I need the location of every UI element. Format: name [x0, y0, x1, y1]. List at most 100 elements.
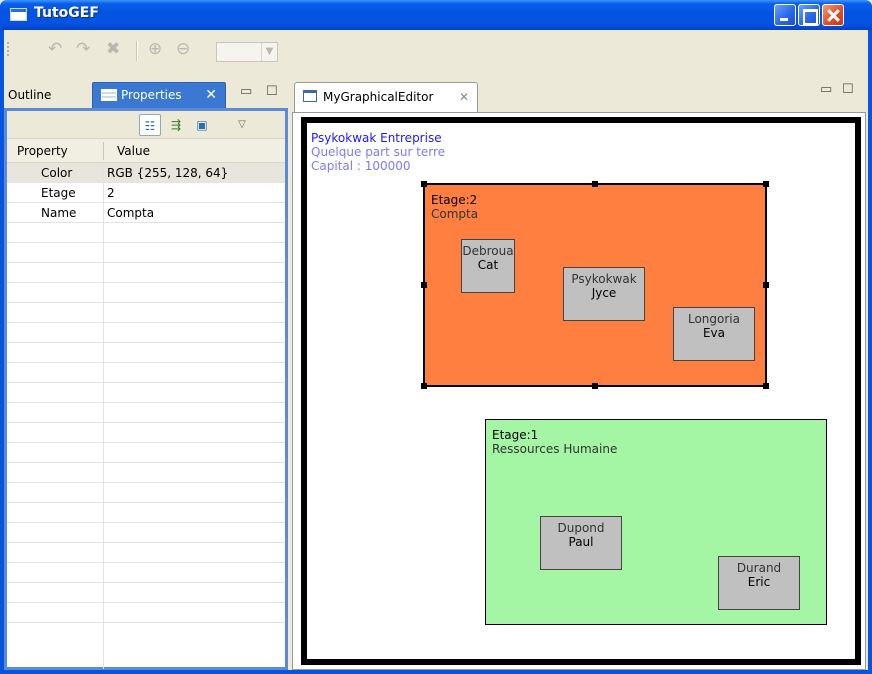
selection-handle[interactable] [592, 181, 598, 187]
service-compta[interactable]: Etage:2 Compta Debroua Cat Psykokwak Jyc… [421, 181, 769, 389]
empty-row [7, 543, 285, 563]
selection-handle[interactable] [421, 383, 427, 389]
maximize-button[interactable] [798, 4, 820, 26]
selection-handle[interactable] [592, 383, 598, 389]
tab-outline[interactable]: Outline [6, 83, 92, 109]
employee-durand-eric[interactable]: Durand Eric [718, 556, 800, 610]
maximize-view-icon[interactable]: ☐ [266, 84, 278, 99]
empty-row [7, 303, 285, 323]
empty-row [7, 263, 285, 283]
tab-properties-label: Properties [121, 88, 182, 102]
zoom-combo[interactable]: ▼ [216, 42, 278, 62]
restore-default-icon[interactable]: ▣ [191, 114, 213, 136]
enterprise-address: Quelque part sur terre [311, 145, 446, 159]
employee-first-name: Paul [568, 535, 594, 549]
empty-row [7, 503, 285, 523]
undo-icon[interactable]: ↶ [48, 41, 62, 58]
toolbar-grip[interactable] [7, 42, 9, 56]
title-bar[interactable]: TutoGEF [0, 0, 872, 30]
table-row[interactable]: Etage 2 [7, 183, 285, 203]
zoom-out-icon[interactable]: ⊖ [176, 41, 190, 58]
empty-row [7, 223, 285, 243]
employee-last-name: Debroua [462, 244, 514, 258]
empty-row [7, 583, 285, 603]
column-header-property[interactable]: Property [17, 144, 68, 158]
tab-outline-label: Outline [8, 88, 52, 102]
maximize-editor-icon[interactable]: ☐ [842, 82, 854, 97]
show-categories-icon[interactable]: ☷ [139, 114, 161, 136]
service-ressources-humaine[interactable]: Etage:1 Ressources Humaine Dupond Paul D… [485, 419, 827, 625]
employee-debroua-cat[interactable]: Debroua Cat [461, 239, 515, 293]
employee-psykokwak-jyce[interactable]: Psykokwak Jyce [563, 267, 645, 321]
column-header-value[interactable]: Value [117, 144, 150, 158]
service-name: Compta [431, 207, 479, 221]
graphical-editor-view: MyGraphicalEditor ✕ ▭ ☐ Psykokwak Entrep… [290, 62, 868, 670]
minimize-view-icon[interactable]: ▭ [240, 84, 252, 99]
enterprise-diagram[interactable]: Psykokwak Entreprise Quelque part sur te… [301, 117, 861, 665]
employee-first-name: Cat [477, 258, 499, 272]
table-row[interactable]: Color RGB {255, 128, 64} [7, 163, 285, 183]
property-name: Name [41, 206, 77, 220]
delete-icon[interactable]: ✖ [106, 41, 120, 58]
empty-row [7, 483, 285, 503]
zoom-in-icon[interactable]: ⊕ [148, 41, 162, 58]
properties-panel: ☷ ⇶ ▣ ▽ Property Value Color RGB {255, 1… [4, 108, 288, 670]
close-tab-icon[interactable]: ✕ [205, 83, 217, 107]
redo-icon[interactable]: ↷ [76, 41, 90, 58]
close-editor-icon[interactable]: ✕ [459, 83, 469, 111]
employee-last-name: Durand [736, 561, 782, 575]
employee-first-name: Eric [747, 575, 771, 589]
tab-my-graphical-editor[interactable]: MyGraphicalEditor ✕ [294, 82, 478, 112]
editor-tab-label: MyGraphicalEditor [323, 90, 434, 104]
employee-last-name: Psykokwak [571, 272, 637, 286]
chevron-down-icon[interactable]: ▼ [261, 43, 277, 61]
selection-handle[interactable] [763, 181, 769, 187]
empty-row [7, 363, 285, 383]
properties-icon [101, 89, 117, 101]
employee-first-name: Eva [702, 326, 726, 340]
properties-table: Property Value Color RGB {255, 128, 64} … [7, 139, 285, 623]
column-divider[interactable] [103, 142, 104, 160]
view-menu-icon[interactable]: ▽ [231, 114, 253, 136]
empty-row [7, 243, 285, 263]
empty-row [7, 423, 285, 443]
property-value[interactable]: Compta [107, 206, 154, 220]
tab-properties[interactable]: Properties ✕ [92, 82, 226, 108]
property-value[interactable]: RGB {255, 128, 64} [107, 166, 228, 180]
employee-last-name: Dupond [557, 521, 605, 535]
close-window-button[interactable] [822, 4, 844, 26]
empty-row [7, 523, 285, 543]
property-value[interactable]: 2 [107, 186, 115, 200]
property-name: Color [41, 166, 73, 180]
employee-first-name: Jyce [591, 286, 617, 300]
employee-last-name: Longoria [687, 312, 740, 326]
selection-handle[interactable] [763, 282, 769, 288]
empty-row [7, 463, 285, 483]
minimize-editor-icon[interactable]: ▭ [820, 82, 832, 97]
table-row[interactable]: Name Compta [7, 203, 285, 223]
app-icon [10, 8, 27, 21]
service-etage: Etage:2 [431, 193, 478, 207]
empty-row [7, 603, 285, 623]
empty-row [7, 323, 285, 343]
empty-row [7, 283, 285, 303]
show-advanced-icon[interactable]: ⇶ [165, 114, 187, 136]
editor-icon [303, 90, 317, 102]
property-name: Etage [41, 186, 76, 200]
application-window: TutoGEF ↶ ↷ ✖ ⊕ ⊖ ▼ Outline Properties ✕… [0, 0, 872, 674]
selection-handle[interactable] [421, 181, 427, 187]
empty-row [7, 563, 285, 583]
table-header: Property Value [7, 139, 285, 163]
employee-dupond-paul[interactable]: Dupond Paul [540, 516, 622, 570]
employee-longoria-eva[interactable]: Longoria Eva [673, 307, 755, 361]
editor-frame: Psykokwak Entreprise Quelque part sur te… [292, 112, 866, 670]
selection-handle[interactable] [421, 282, 427, 288]
column-divider-line [103, 163, 104, 669]
service-etage: Etage:1 [492, 428, 539, 442]
empty-row [7, 403, 285, 423]
enterprise-name: Psykokwak Entreprise [311, 131, 442, 145]
empty-row [7, 343, 285, 363]
minimize-button[interactable] [774, 4, 796, 26]
service-name: Ressources Humaine [492, 442, 618, 456]
selection-handle[interactable] [763, 383, 769, 389]
